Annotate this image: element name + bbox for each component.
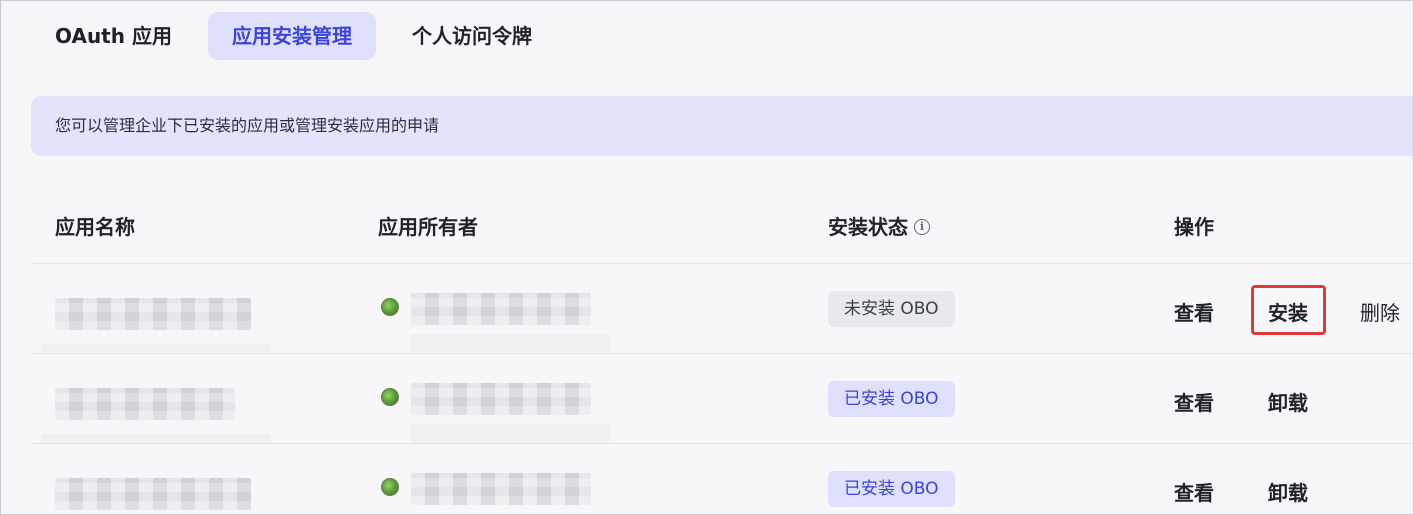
redacted-app-name [55,388,235,420]
redacted-owner-name [411,383,591,415]
view-button[interactable]: 查看 [1174,387,1214,416]
tab-personal-access-tokens[interactable]: 个人访问令牌 [388,12,556,60]
table-row: 已安装 OBO 查看 卸载 [31,444,1413,514]
globe-icon [381,478,399,496]
table-row: 已安装 OBO 查看 卸载 [31,354,1413,444]
status-badge: 未安装 OBO [828,291,955,327]
info-circle-icon[interactable]: i [914,218,930,235]
uninstall-button[interactable]: 卸载 [1268,477,1308,506]
redacted-app-name-shadow [41,344,271,352]
tab-oauth-apps[interactable]: OAuth 应用 [31,12,196,60]
tab-bar: OAuth 应用 应用安装管理 个人访问令牌 [31,12,556,60]
info-banner: 您可以管理企业下已安装的应用或管理安装应用的申请 [31,96,1413,156]
info-banner-text: 您可以管理企业下已安装的应用或管理安装应用的申请 [55,116,440,135]
tab-app-install-management[interactable]: 应用安装管理 [207,12,376,60]
column-header-status: 安装状态 i [828,191,930,263]
view-button[interactable]: 查看 [1174,477,1214,506]
table-row: 未安装 OBO 查看 安装 删除 [31,264,1413,354]
globe-icon [381,298,399,316]
column-header-actions: 操作 [1174,215,1214,239]
redacted-owner-name [411,473,591,505]
install-button[interactable]: 安装 [1268,297,1308,326]
column-header-owner: 应用所有者 [378,215,478,239]
redacted-owner-name-shadow [411,334,611,352]
uninstall-button[interactable]: 卸载 [1268,387,1308,416]
redacted-owner-name-shadow [411,424,611,442]
column-header-name: 应用名称 [55,215,135,239]
globe-icon [381,388,399,406]
apps-table: 应用名称 应用所有者 安装状态 i 操作 未安装 OBO 查看 安装 删除 已安… [31,191,1413,514]
view-button[interactable]: 查看 [1174,297,1214,326]
redacted-owner-name [411,293,591,325]
redacted-app-name [55,298,251,330]
status-badge: 已安装 OBO [828,381,955,417]
table-header: 应用名称 应用所有者 安装状态 i 操作 [31,191,1413,264]
redacted-app-name-shadow [41,434,271,442]
status-badge: 已安装 OBO [828,471,955,507]
delete-button[interactable]: 删除 [1360,297,1400,326]
redacted-app-name [55,478,251,510]
app-window: OAuth 应用 应用安装管理 个人访问令牌 您可以管理企业下已安装的应用或管理… [0,0,1414,515]
